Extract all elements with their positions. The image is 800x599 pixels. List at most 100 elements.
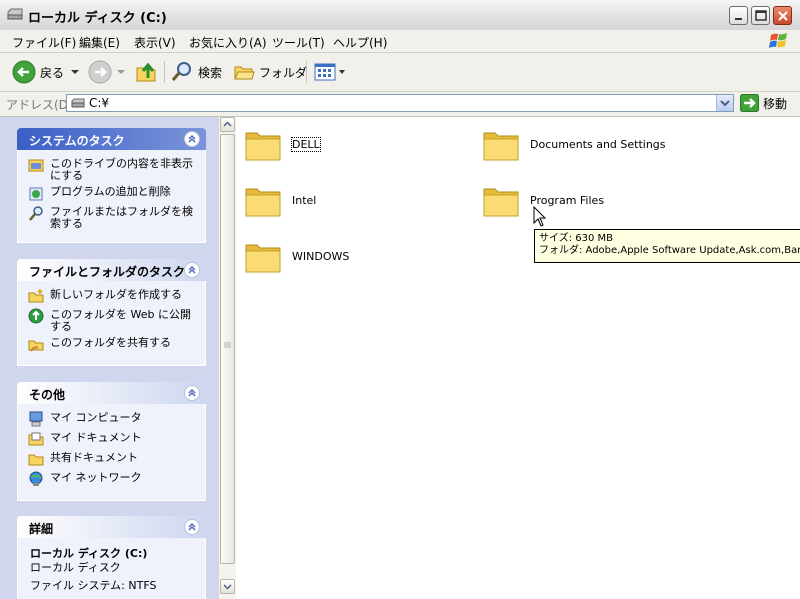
collapse-chevron-icon[interactable] <box>184 519 200 535</box>
system-tasks-panel: システムのタスク このドライブの内容を非表示にする プログラムの追加と削除 ファ… <box>17 128 206 243</box>
views-icon <box>314 63 336 81</box>
folder-icon <box>245 132 281 161</box>
title-bar[interactable]: ローカル ディスク (C:) <box>0 0 800 31</box>
back-arrow-icon <box>12 60 36 84</box>
menu-view[interactable]: 表示(V) <box>134 34 176 51</box>
folder-name: DELL <box>291 136 321 152</box>
forward-arrow-icon <box>88 60 112 84</box>
folders-label: フォルダ <box>259 65 308 80</box>
collapse-chevron-icon[interactable] <box>184 385 200 401</box>
windows-logo-icon <box>769 33 787 48</box>
file-folder-tasks-title: ファイルとフォルダのタスク <box>29 265 186 279</box>
task-label: このドライブの内容を非表示にする <box>50 157 193 182</box>
task-publish-web[interactable]: このフォルダを Web に公開する <box>28 308 199 333</box>
close-button[interactable] <box>773 6 792 25</box>
task-label: プログラムの追加と削除 <box>50 185 171 198</box>
collapse-chevron-icon[interactable] <box>184 262 200 278</box>
folder-item-documents-and-settings[interactable]: Documents and Settings <box>482 125 666 163</box>
back-button[interactable]: 戻る <box>12 60 80 84</box>
search-label: 検索 <box>198 65 223 80</box>
chevron-up-icon <box>223 121 232 127</box>
other-places-panel: その他 マイ コンピュータ マイ ドキュメント 共有ドキュメント マイ ネットワ… <box>17 382 206 501</box>
forward-button[interactable] <box>88 60 126 84</box>
add-remove-programs-icon <box>29 187 43 201</box>
task-hide-drive-contents[interactable]: このドライブの内容を非表示にする <box>28 158 199 182</box>
task-label: このフォルダを Web に公開する <box>50 308 191 333</box>
details-name: ローカル ディスク (C:) <box>30 547 148 560</box>
search-button[interactable]: 検索 <box>170 60 222 84</box>
collapse-chevron-icon[interactable] <box>184 131 200 147</box>
place-shared-documents[interactable]: 共有ドキュメント <box>28 452 199 468</box>
place-my-computer[interactable]: マイ コンピュータ <box>28 411 199 428</box>
menu-favorites[interactable]: お気に入り(A) <box>189 34 267 51</box>
place-my-documents[interactable]: マイ ドキュメント <box>28 432 199 448</box>
menu-tools[interactable]: ツール(T) <box>272 34 325 51</box>
other-places-header[interactable]: その他 <box>17 382 206 404</box>
folder-name: WINDOWS <box>292 249 350 263</box>
task-share-folder[interactable]: このフォルダを共有する <box>28 337 199 353</box>
tooltip-size: サイズ: 630 MB <box>539 233 614 244</box>
go-arrow-icon <box>740 94 759 112</box>
explorer-window: ローカル ディスク (C:) ファイル(F) 編集(E) 表示(V) お気に入り… <box>0 0 800 599</box>
file-folder-tasks-header[interactable]: ファイルとフォルダのタスク <box>17 259 206 281</box>
minimize-button[interactable] <box>729 6 748 25</box>
folders-icon <box>234 66 255 80</box>
menu-help[interactable]: ヘルプ(H) <box>333 34 387 51</box>
system-tasks-header[interactable]: システムのタスク <box>17 128 206 150</box>
folder-item-windows[interactable]: WINDOWS <box>244 237 349 275</box>
folders-button[interactable]: フォルダ <box>233 60 307 84</box>
search-icon <box>171 62 191 81</box>
address-dropdown-button[interactable] <box>716 95 733 111</box>
folder-view[interactable]: DELL Documents and Settings Intel Progra… <box>236 117 800 599</box>
maximize-button[interactable] <box>751 6 770 25</box>
place-label: マイ ネットワーク <box>50 471 142 484</box>
task-add-remove-programs[interactable]: プログラムの追加と削除 <box>28 186 199 202</box>
folder-name: Documents and Settings <box>530 137 666 151</box>
details-type: ローカル ディスク <box>30 561 121 574</box>
menu-edit[interactable]: 編集(E) <box>79 34 120 51</box>
folder-item-intel[interactable]: Intel <box>244 181 316 219</box>
folder-name: Program Files <box>530 193 605 207</box>
details-header[interactable]: 詳細 <box>17 516 206 538</box>
folder-name: Intel <box>292 193 317 207</box>
chevron-down-icon <box>720 100 730 107</box>
place-label: 共有ドキュメント <box>50 451 138 464</box>
system-tasks-title: システムのタスク <box>29 134 125 148</box>
task-label: ファイルまたはフォルダを検索する <box>50 205 193 230</box>
folder-icon <box>245 188 281 217</box>
drive-icon <box>71 98 85 108</box>
chevron-down-icon <box>223 584 232 590</box>
scroll-down-button[interactable] <box>220 579 235 594</box>
task-new-folder[interactable]: 新しいフォルダを作成する <box>28 289 199 305</box>
go-button[interactable]: 移動 <box>740 94 787 112</box>
other-places-body: マイ コンピュータ マイ ドキュメント 共有ドキュメント マイ ネットワーク <box>17 404 206 501</box>
share-folder-icon <box>28 340 44 352</box>
my-documents-icon <box>28 432 44 446</box>
task-pane-scrollbar[interactable] <box>218 117 236 599</box>
menu-file[interactable]: ファイル(F) <box>12 34 76 51</box>
my-computer-icon <box>29 411 43 427</box>
back-label: 戻る <box>40 65 65 80</box>
views-button[interactable] <box>314 60 346 84</box>
folder-item-dell[interactable]: DELL <box>244 125 321 163</box>
my-network-icon <box>29 471 43 486</box>
address-field[interactable]: C:¥ <box>66 94 734 112</box>
system-tasks-body: このドライブの内容を非表示にする プログラムの追加と削除 ファイルまたはフォルダ… <box>17 150 206 243</box>
folder-icon <box>483 132 519 161</box>
toolbar-separator <box>306 61 307 83</box>
place-label: マイ コンピュータ <box>50 411 142 424</box>
go-label: 移動 <box>763 96 788 111</box>
task-search-files[interactable]: ファイルまたはフォルダを検索する <box>28 206 199 230</box>
task-pane-content: システムのタスク このドライブの内容を非表示にする プログラムの追加と削除 ファ… <box>0 117 218 599</box>
place-my-network[interactable]: マイ ネットワーク <box>28 471 199 488</box>
search-icon <box>29 206 43 221</box>
address-value: C:¥ <box>89 96 110 110</box>
scroll-thumb[interactable] <box>220 134 235 564</box>
up-folder-icon <box>136 62 156 82</box>
up-folder-button[interactable] <box>135 60 159 84</box>
details-filesystem: ファイル システム: NTFS <box>30 579 157 592</box>
folder-icon <box>483 188 519 217</box>
file-folder-tasks-body: 新しいフォルダを作成する このフォルダを Web に公開する このフォルダを共有… <box>17 281 206 366</box>
scroll-up-button[interactable] <box>220 117 235 132</box>
toolbar-separator <box>164 61 165 83</box>
